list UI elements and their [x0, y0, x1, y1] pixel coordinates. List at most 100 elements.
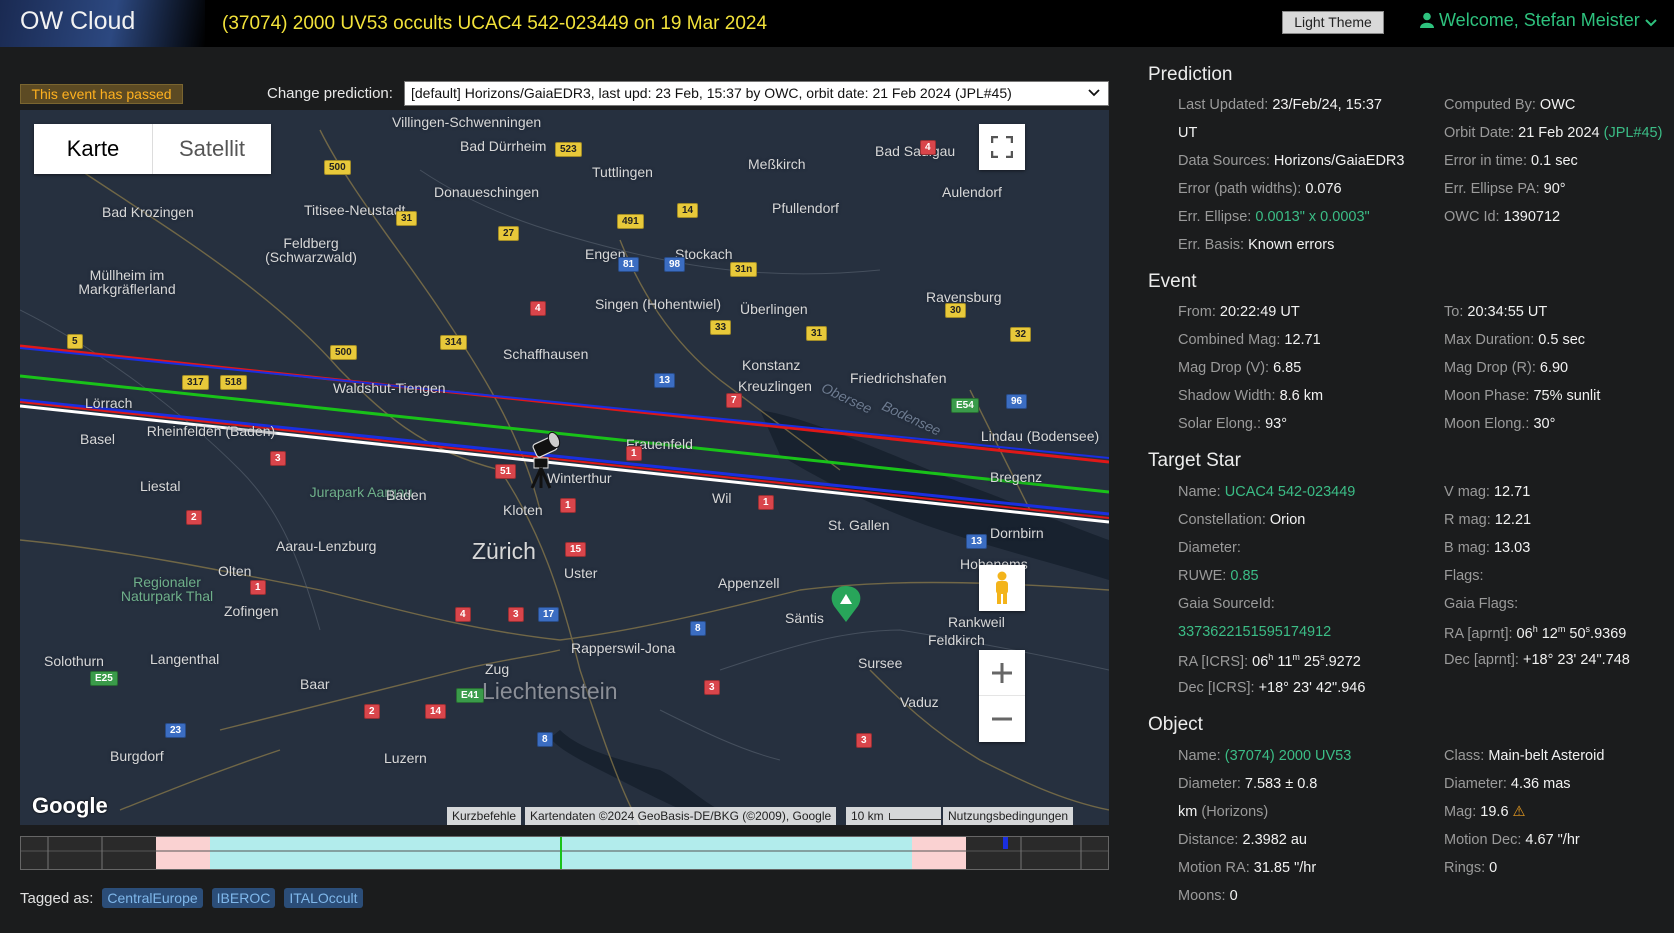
map-place-label: Regionaler Naturpark Thal [120, 574, 214, 604]
road-number-badge: 96 [1006, 394, 1028, 409]
map-place-label: Lindau (Bodensee) [980, 428, 1100, 444]
keyboard-shortcuts-link[interactable]: Kurzbefehle [447, 807, 522, 825]
chevron-down-icon [1088, 82, 1100, 105]
gaia-source-label: Gaia SourceId: [1178, 596, 1275, 612]
computed-by-value: OWC [1539, 97, 1576, 113]
ra-icrs-value: 06h 11m 25s.9272 [1252, 652, 1361, 670]
pegman-icon [996, 571, 1008, 604]
tag-italoccult[interactable]: ITALOccult [284, 888, 363, 908]
map-place-label: Rankweil [948, 614, 1005, 630]
map-place-label: Pfullendorf [772, 200, 839, 216]
shadow-width-label: Shadow Width: [1178, 388, 1276, 404]
moon-phase-label: Moon Phase: [1444, 388, 1530, 404]
telescope-icon[interactable] [520, 430, 566, 490]
road-number-badge: 4 [920, 140, 936, 155]
street-view-button[interactable] [979, 565, 1025, 611]
map-place-label: Villingen-Schwenningen [392, 114, 542, 130]
map-place-label: Konstanz [742, 357, 801, 373]
road-number-badge: 3 [270, 451, 286, 466]
map-place-label: Liechtenstein [482, 678, 618, 704]
tag-iberoc[interactable]: IBEROC [211, 888, 276, 908]
road-number-badge: 491 [617, 214, 644, 229]
gaia-source-link[interactable]: 3373622151595174912 [1178, 624, 1331, 640]
fullscreen-icon [991, 136, 1013, 158]
map-type-karte[interactable]: Karte [34, 124, 153, 174]
computed-by-label: Computed By: [1444, 97, 1536, 113]
road-number-badge: 1 [758, 495, 774, 510]
err-ellipse-value[interactable]: 0.0013" x 0.0003" [1255, 209, 1369, 225]
event-passed-badge: This event has passed [20, 84, 183, 104]
map-place-label: Vaduz [900, 694, 939, 710]
last-updated-value: 23/Feb/24, 15:37 [1272, 97, 1382, 113]
max-duration-value: 0.5 sec [1538, 332, 1586, 348]
object-name-link[interactable]: (37074) 2000 UV53 [1225, 748, 1352, 764]
err-pa-value: 90° [1543, 181, 1566, 197]
fullscreen-button[interactable] [979, 124, 1025, 170]
user-menu[interactable]: Welcome, Stefan Meister [1420, 10, 1657, 31]
object-ang-diameter-value: 4.36 mas [1510, 776, 1571, 792]
occultation-map[interactable]: Villingen-Schwenningen Bad Dürrheim Tuttli… [20, 110, 1109, 825]
prediction-select-value: [default] Horizons/GaiaEDR3, last upd: 2… [411, 85, 1012, 101]
object-class-label: Class: [1444, 748, 1485, 764]
motion-ra-value: 31.85 "/hr [1253, 860, 1317, 876]
road-number-badge: 500 [324, 160, 351, 175]
map-place-label: Dornbirn [990, 525, 1044, 541]
page-title: (37074) 2000 UV53 occults UCAC4 542-0234… [222, 13, 768, 34]
orbit-jpl-link[interactable]: (JPL#45) [1604, 125, 1663, 141]
map-place-label: Säntis [785, 610, 824, 626]
map-place-label: Appenzell [718, 575, 780, 591]
zoom-in-button[interactable] [979, 650, 1025, 696]
dec-aprnt-label: Dec [aprnt]: [1444, 652, 1519, 668]
map-place-label: Singen (Hohentwiel) [594, 296, 722, 312]
vmag-label: V mag: [1444, 484, 1490, 500]
error-path-label: Error (path widths): [1178, 181, 1302, 197]
road-number-badge: E25 [90, 671, 118, 686]
mag-drop-v-label: Mag Drop (V): [1178, 360, 1270, 376]
road-number-badge: 17 [538, 607, 560, 622]
orbit-date-label: Orbit Date: [1444, 125, 1515, 141]
from-value: 20:22:49 UT [1219, 304, 1300, 320]
mag-drop-v-value: 6.85 [1273, 360, 1302, 376]
light-theme-button[interactable]: Light Theme [1282, 11, 1384, 34]
to-label: To: [1444, 304, 1464, 320]
road-number-badge: 14 [425, 704, 447, 719]
dec-icrs-label: Dec [ICRS]: [1178, 680, 1255, 696]
map-place-label: Kloten [503, 502, 543, 518]
map-scale[interactable]: 10 km [846, 807, 945, 825]
star-name-link[interactable]: UCAC4 542-023449 [1225, 484, 1356, 500]
road-number-badge: E54 [951, 398, 979, 413]
last-updated-unit: UT [1178, 125, 1198, 141]
rmag-value: 12.21 [1494, 512, 1532, 528]
map-place-label: Bad Saulgau [875, 143, 956, 159]
distance-label: Distance: [1178, 832, 1239, 848]
top-bar: OW Cloud (37074) 2000 UV53 occults UCAC4… [0, 0, 1674, 47]
zoom-out-button[interactable] [979, 696, 1025, 742]
road-number-badge: 8 [537, 732, 553, 747]
road-number-badge: 81 [618, 257, 640, 272]
ruwe-label: RUWE: [1178, 568, 1227, 584]
event-timeline[interactable] [20, 836, 1109, 870]
map-place-label: Burgdorf [110, 748, 164, 764]
road-number-badge: 31n [730, 262, 758, 277]
map-place-label: Aulendorf [942, 184, 1002, 200]
last-updated-label: Last Updated: [1178, 97, 1269, 113]
chevron-down-icon [1645, 19, 1657, 27]
ruwe-value[interactable]: 0.85 [1230, 568, 1258, 584]
app-logo[interactable]: OW Cloud [0, 0, 205, 47]
map-place-label: Tuttlingen [592, 164, 653, 180]
map-place-label: Rapperswil-Jona [571, 640, 676, 656]
to-value: 20:34:55 UT [1467, 304, 1548, 320]
map-place-label: Baar [300, 676, 330, 692]
distance-value: 2.3982 au [1242, 832, 1307, 848]
map-place-label: Überlingen [740, 301, 808, 317]
prediction-select[interactable]: [default] Horizons/GaiaEDR3, last upd: 2… [404, 81, 1109, 106]
road-number-badge: 23 [165, 723, 187, 738]
map-place-label: Liestal [140, 478, 181, 494]
prediction-title: Prediction [1148, 64, 1233, 85]
terms-link[interactable]: Nutzungsbedingungen [943, 807, 1074, 825]
road-number-badge: 30 [945, 303, 967, 318]
map-place-label: Bad Dürrheim [460, 138, 547, 154]
map-type-satellit[interactable]: Satellit [153, 124, 271, 174]
bmag-label: B mag: [1444, 540, 1490, 556]
tag-centraleurope[interactable]: CentralEurope [102, 888, 203, 908]
